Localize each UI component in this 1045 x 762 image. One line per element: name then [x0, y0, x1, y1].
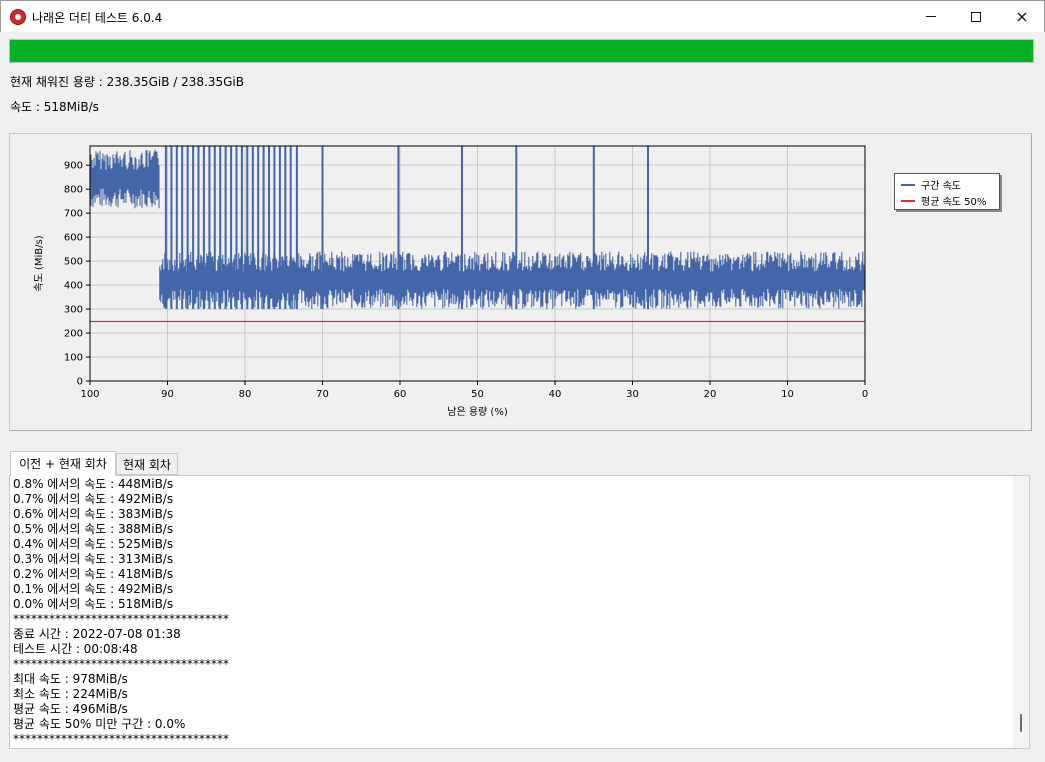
close-icon: ×: [1015, 7, 1029, 26]
log-lines: 0.8% 에서의 속도 : 448MiB/s 0.7% 에서의 속도 : 492M…: [13, 477, 229, 747]
tab-current-round[interactable]: 현재 회차: [116, 453, 178, 475]
tab-label: 현재 회차: [123, 457, 171, 472]
maximize-icon: [971, 11, 981, 22]
x-tick-label: 30: [626, 389, 639, 400]
filled-capacity-text: 현재 채워진 용량 : 238.35GiB / 238.35GiB: [10, 75, 244, 89]
log-line: 0.0% 에서의 속도 : 518MiB/s: [13, 597, 174, 611]
tab-label: 이전 + 현재 회차: [19, 457, 107, 471]
x-tick-label: 90: [161, 389, 174, 400]
log-line: 0.4% 에서의 속도 : 525MiB/s: [13, 537, 174, 551]
speed-text: 속도 : 518MiB/s: [10, 100, 99, 114]
log-line: 0.2% 에서의 속도 : 418MiB/s: [13, 567, 174, 581]
log-line: 테스트 시간 : 00:08:48: [13, 642, 138, 656]
y-tick-label: 700: [64, 209, 83, 220]
legend-item-segment-speed: 구간 속도: [901, 177, 961, 192]
title-bar: 나래온 더티 테스트 6.0.4 ×: [0, 0, 1045, 32]
legend-swatch: [901, 199, 915, 202]
log-line: 최소 속도 : 224MiB/s: [13, 687, 128, 701]
progress-fill: [10, 40, 1033, 62]
log-line: 평균 속도 50% 미만 구간 : 0.0%: [13, 717, 186, 731]
speed-chart: 100 90 80 70 60 50 40 30 20 10 0010020030040050060…: [33, 145, 868, 418]
minimize-icon: [926, 16, 936, 17]
log-line: 0.6% 에서의 속도 : 383MiB/s: [13, 507, 174, 521]
fill-progress-bar: [9, 39, 1034, 63]
y-tick-label: 100: [64, 353, 83, 364]
y-tick-label: 900: [64, 161, 83, 172]
vertical-scrollbar[interactable]: [1013, 476, 1029, 748]
log-line: 0.3% 에서의 속도 : 313MiB/s: [13, 552, 174, 566]
legend-label: 구간 속도: [921, 181, 961, 192]
window-title: 나래온 더티 테스트 6.0.4: [32, 11, 163, 25]
y-tick-label: 200: [64, 329, 83, 340]
y-tick-label: 300: [64, 305, 83, 316]
chart-legend: 구간 속도 평균 속도 50%: [894, 173, 1000, 210]
x-axis-label: 남은 용량 (%): [447, 406, 508, 418]
y-tick-label: 600: [64, 233, 83, 244]
app-logo-icon: [10, 9, 26, 25]
result-log[interactable]: 0.8% 에서의 속도 : 448MiB/s 0.7% 에서의 속도 : 492M…: [9, 475, 1030, 749]
log-line: ************************************: [13, 657, 229, 671]
x-tick-label: 80: [239, 389, 252, 400]
minimize-button[interactable]: [908, 1, 954, 32]
x-tick-label: 20: [704, 389, 717, 400]
maximize-button[interactable]: [953, 1, 999, 32]
close-button[interactable]: ×: [999, 1, 1045, 32]
legend-swatch: [901, 183, 915, 186]
log-line: 최대 속도 : 978MiB/s: [13, 672, 128, 686]
y-tick-label: 800: [64, 185, 83, 196]
x-tick-label: 60: [394, 389, 407, 400]
log-line: 평균 속도 : 496MiB/s: [13, 702, 128, 716]
x-tick-label: 100: [80, 389, 99, 400]
log-line: 0.1% 에서의 속도 : 492MiB/s: [13, 582, 174, 596]
tab-previous-and-current[interactable]: 이전 + 현재 회차: [10, 451, 116, 476]
y-tick-label: 400: [64, 281, 83, 292]
log-line: ************************************: [13, 612, 229, 626]
log-line: 0.7% 에서의 속도 : 492MiB/s: [13, 492, 174, 506]
x-tick-label: 50: [471, 389, 484, 400]
x-tick-label: 10: [781, 389, 794, 400]
y-tick-label: 0: [77, 377, 83, 388]
x-tick-label: 0: [862, 389, 868, 400]
x-tick-label: 40: [549, 389, 562, 400]
y-axis-label: 속도 (MiB/s): [33, 235, 45, 291]
log-line: 0.8% 에서의 속도 : 448MiB/s: [13, 477, 174, 491]
scrollbar-thumb[interactable]: [1020, 714, 1022, 732]
y-tick-label: 500: [64, 257, 83, 268]
legend-label: 평균 속도 50%: [921, 197, 987, 208]
log-line: ************************************: [13, 732, 229, 746]
legend-item-average-50: 평균 속도 50%: [901, 193, 986, 208]
log-line: 0.5% 에서의 속도 : 388MiB/s: [13, 522, 174, 536]
x-tick-label: 70: [316, 389, 329, 400]
speed-chart-panel: 100 90 80 70 60 50 40 30 20 10 0 0 100 200 300 400 500 60…: [9, 133, 1032, 431]
log-line: 종료 시간 : 2022-07-08 01:38: [13, 627, 181, 641]
